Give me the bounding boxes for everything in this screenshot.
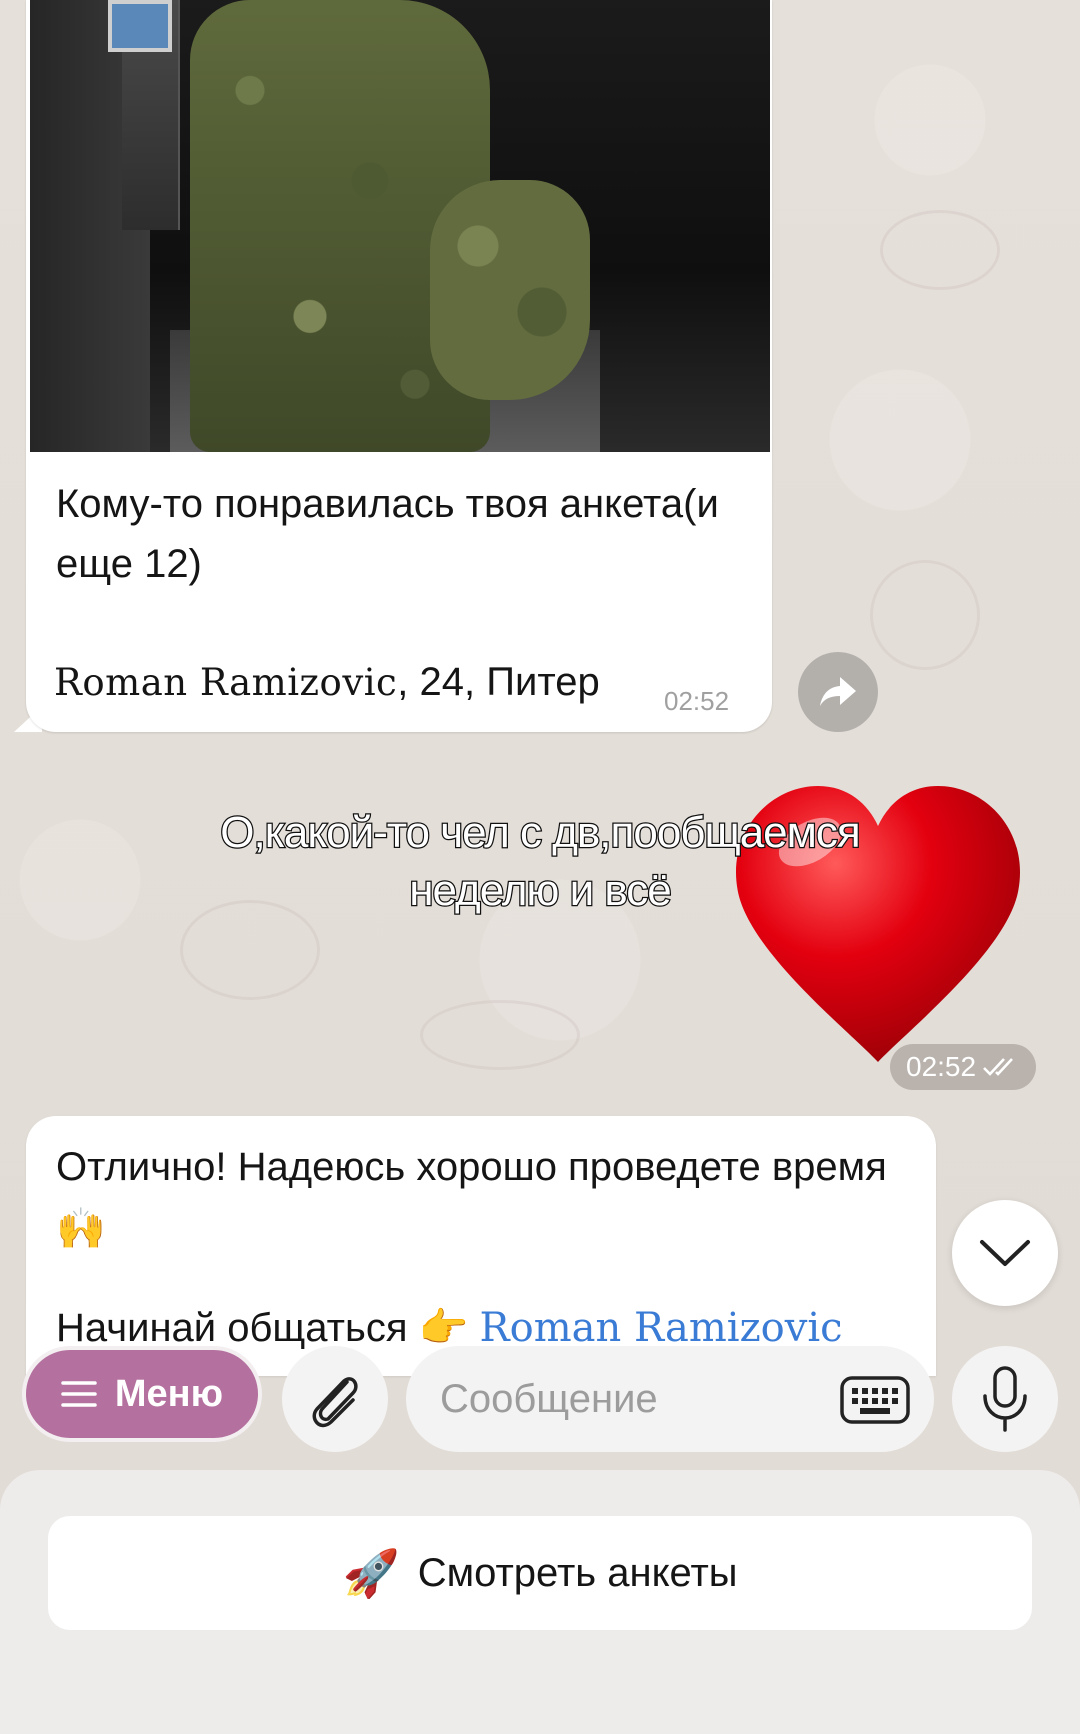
message-placeholder: Сообщение xyxy=(440,1376,658,1421)
caption-line-2: неделю и всё xyxy=(408,865,673,917)
card-details: , 24, Питер xyxy=(397,660,600,704)
wallpaper-doodle xyxy=(870,560,980,670)
sticker-time-pill: 02:52 xyxy=(890,1044,1037,1090)
card-name: Roman Ramizovic xyxy=(54,661,398,704)
sticker-time: 02:52 xyxy=(906,1051,977,1082)
keyboard-icon[interactable] xyxy=(840,1376,910,1424)
card-signature: Roman Ramizovic, 24, Питер xyxy=(54,660,600,705)
photo-bag xyxy=(430,180,590,400)
forward-arrow-icon xyxy=(820,677,856,706)
card-text: Кому-то понравилась твоя анкета(и еще 12… xyxy=(56,482,719,586)
caption-line-1: О,какой-то чел с дв,пообщаемся xyxy=(219,807,862,859)
double-check-icon xyxy=(983,1058,1014,1076)
wallpaper-doodle xyxy=(880,210,1000,290)
chevron-down-icon xyxy=(980,1240,1030,1266)
menu-label: Меню xyxy=(114,1372,224,1415)
voice-record-button[interactable] xyxy=(952,1346,1058,1452)
forward-button[interactable] xyxy=(798,652,878,732)
paperclip-icon xyxy=(312,1377,358,1428)
hamburger-icon xyxy=(61,1381,97,1407)
attach-button[interactable] xyxy=(282,1346,388,1452)
video-caption: О,какой-то чел с дв,пообщаемся неделю и … xyxy=(0,804,1080,920)
scroll-down-button[interactable] xyxy=(952,1200,1058,1306)
message-time: 02:52 xyxy=(664,686,730,716)
menu-button[interactable]: Меню xyxy=(22,1346,262,1442)
incoming-reply-bubble[interactable]: Отлично! Надеюсь хорошо проведете время … xyxy=(26,1116,936,1376)
message-input[interactable]: Сообщение xyxy=(406,1346,934,1452)
bot-keyboard: 🚀 Смотреть анкеты xyxy=(0,1470,1080,1734)
profile-photo[interactable] xyxy=(30,0,770,452)
rocket-icon: 🚀 xyxy=(342,1546,400,1599)
photo-elevator-screen xyxy=(108,0,172,52)
view-profiles-label: Смотреть анкеты xyxy=(417,1550,738,1595)
wallpaper-doodle xyxy=(420,1000,580,1070)
reply-text: Отлично! Надеюсь хорошо проведете время … xyxy=(56,1145,887,1251)
view-profiles-button[interactable]: 🚀 Смотреть анкеты xyxy=(48,1516,1032,1630)
microphone-icon xyxy=(983,1366,1027,1432)
composer: Меню Сообщение xyxy=(0,1340,1080,1452)
